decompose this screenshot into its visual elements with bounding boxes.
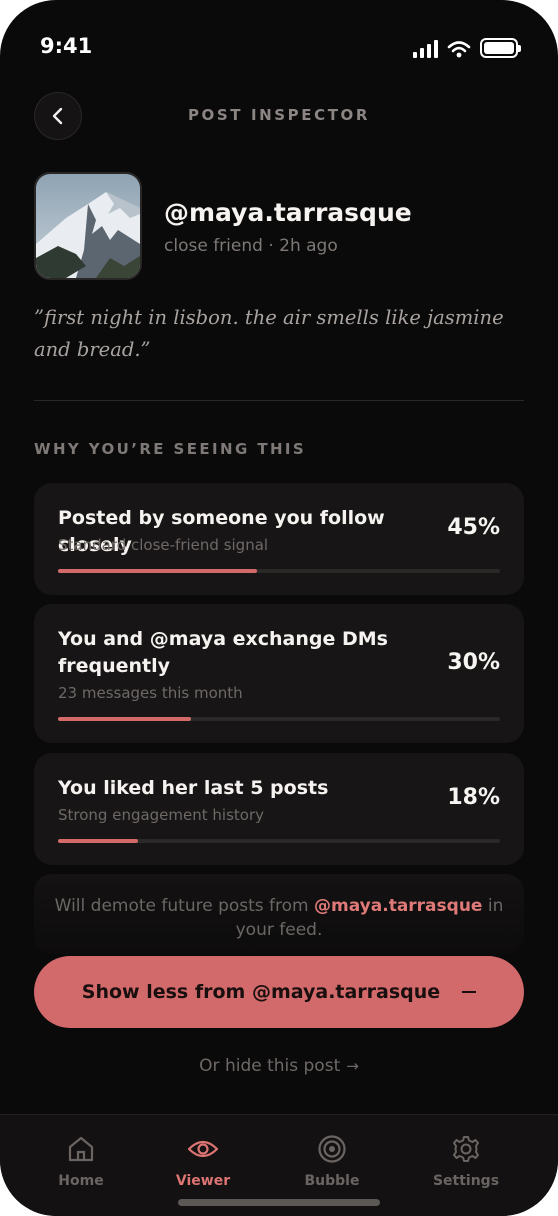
weight-bar <box>58 569 500 573</box>
weight-bar <box>58 839 500 843</box>
reason-title: You and @maya exchange DMs frequently <box>58 628 388 677</box>
minus-icon <box>462 991 477 993</box>
reason-percent: 45% <box>447 515 500 540</box>
show-less-label: Show less from @maya.tarrasque <box>81 981 441 1003</box>
weight-bar-fill <box>58 569 257 573</box>
battery-icon <box>480 38 521 58</box>
profile-meta: close friend · 2h ago <box>164 236 338 256</box>
tab-viewer[interactable]: Viewer <box>148 1133 258 1189</box>
signal-icon <box>413 40 438 58</box>
demote-note: Will demote future posts from @maya.tarr… <box>34 894 524 942</box>
home-icon <box>68 1136 94 1162</box>
target-icon <box>318 1135 346 1163</box>
avatar[interactable] <box>34 172 142 280</box>
reason-subtitle: Strong engagement history <box>58 806 265 824</box>
reason-card[interactable]: You and @maya exchange DMs frequently 23… <box>34 604 524 743</box>
reason-percent: 18% <box>447 785 500 810</box>
weight-bar <box>58 717 500 721</box>
divider <box>34 400 524 401</box>
post-caption: ”first night in lisbon. the air smells l… <box>34 306 504 361</box>
weight-bar-fill <box>58 839 138 843</box>
reason-percent: 30% <box>447 650 500 675</box>
wifi-icon <box>447 41 471 58</box>
home-indicator <box>178 1199 380 1206</box>
hide-post-link[interactable]: Or hide this post → <box>0 1056 558 1076</box>
weight-bar-fill <box>58 717 191 721</box>
hide-post-label: Or hide this post <box>199 1056 341 1076</box>
note-text: Will demote future posts from <box>54 896 315 916</box>
reason-subtitle: Standard close-friend signal <box>58 536 269 554</box>
tab-label: Home <box>58 1173 104 1189</box>
show-less-button[interactable]: Show less from @maya.tarrasque <box>34 956 524 1028</box>
status-time: 9:41 <box>40 34 93 58</box>
mountain-photo <box>36 174 140 278</box>
note-handle: @maya.tarrasque <box>314 896 483 916</box>
reason-subtitle: 23 messages this month <box>58 684 243 702</box>
status-icons <box>413 38 521 58</box>
phone-screen: 9:41 POST INSPECTOR @maya.tarrasque clos… <box>0 0 558 1216</box>
section-label: WHY YOU’RE SEEING THIS <box>34 440 307 458</box>
tab-label: Viewer <box>175 1173 231 1189</box>
tab-label: Bubble <box>304 1173 360 1189</box>
reason-card[interactable]: You liked her last 5 posts Strong engage… <box>34 753 524 865</box>
tab-home[interactable]: Home <box>26 1133 136 1189</box>
tab-bubble[interactable]: Bubble <box>277 1133 387 1189</box>
gear-icon <box>453 1136 479 1162</box>
tab-label: Settings <box>432 1173 500 1189</box>
reason-title: You liked her last 5 posts <box>58 777 329 799</box>
tab-settings[interactable]: Settings <box>411 1133 521 1189</box>
eye-icon <box>187 1140 219 1158</box>
page-title: POST INSPECTOR <box>187 106 371 124</box>
arrow-right-icon: → <box>346 1057 359 1075</box>
reason-card[interactable]: Posted by someone you follow closely Sta… <box>34 483 524 595</box>
profile-handle[interactable]: @maya.tarrasque <box>164 198 412 227</box>
